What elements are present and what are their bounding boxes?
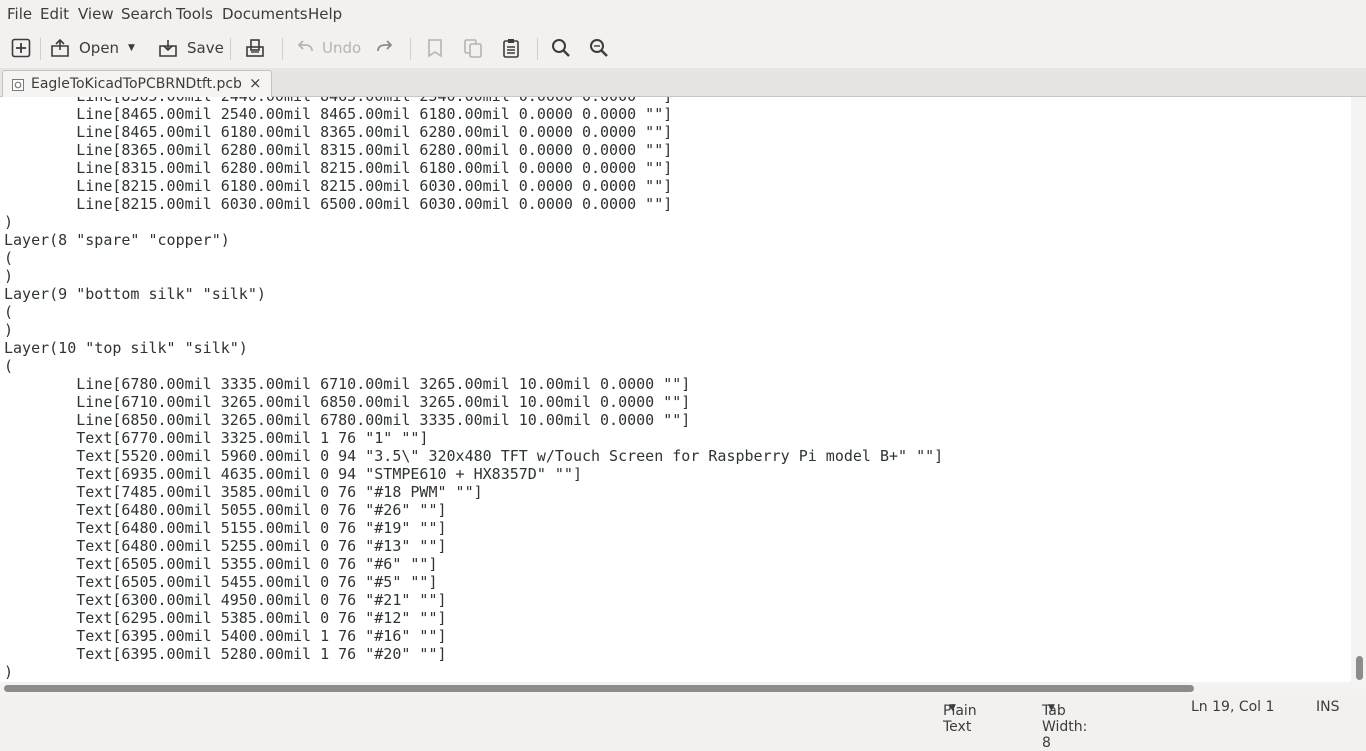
- code-line: Line[8465.00mil 2540.00mil 8465.00mil 61…: [4, 105, 673, 123]
- toolbar: Open ▼ Save Undo: [0, 28, 1366, 68]
- search-icon: [552, 39, 570, 57]
- cut-icon: [428, 39, 442, 58]
- open-label: Open: [79, 39, 120, 57]
- code-line: Text[6770.00mil 3325.00mil 1 76 "1" ""]: [4, 429, 429, 447]
- paste-button[interactable]: [500, 28, 522, 68]
- code-line: Text[6480.00mil 5155.00mil 0 76 "#19" ""…: [4, 519, 447, 537]
- menu-view[interactable]: View: [78, 5, 114, 23]
- redo-icon: [377, 40, 393, 52]
- menu-documents[interactable]: Documents: [222, 5, 308, 23]
- code-line: Line[8315.00mil 6280.00mil 8215.00mil 61…: [4, 159, 673, 177]
- menu-tools[interactable]: Tools: [176, 5, 213, 23]
- code-line: (: [4, 357, 14, 375]
- code-line: Text[6395.00mil 5400.00mil 1 76 "#16" ""…: [4, 627, 447, 645]
- code-line: Text[6935.00mil 4635.00mil 0 94 "STMPE61…: [4, 465, 582, 483]
- code-line: Text[6295.00mil 5385.00mil 0 76 "#12" ""…: [4, 609, 447, 627]
- cursor-position: Ln 19, Col 1: [1191, 699, 1275, 715]
- code-line: Text[6505.00mil 5455.00mil 0 76 "#5" ""]: [4, 573, 438, 591]
- code-line: ): [4, 321, 14, 339]
- code-line: Line[8215.00mil 6180.00mil 8215.00mil 60…: [4, 177, 673, 195]
- new-document-icon: [11, 38, 31, 58]
- code-line: ): [4, 663, 14, 681]
- code-line: Layer(10 "top silk" "silk"): [4, 339, 248, 357]
- code-line: ): [4, 267, 14, 285]
- menu-help[interactable]: Help: [308, 5, 342, 23]
- code-line: Text[6300.00mil 4950.00mil 0 76 "#21" ""…: [4, 591, 447, 609]
- open-button[interactable]: Open: [49, 28, 119, 68]
- code-line: Layer(8 "spare" "copper"): [4, 231, 230, 249]
- toolbar-separator: [410, 38, 411, 60]
- document-tab-title: EagleToKicadToPCBRNDtft.pcb: [31, 76, 242, 92]
- save-button[interactable]: Save: [157, 28, 224, 68]
- vertical-scrollbar[interactable]: [1351, 97, 1366, 682]
- code-line: Text[5520.00mil 5960.00mil 0 94 "3.5\" 3…: [4, 447, 944, 465]
- toolbar-separator: [230, 38, 231, 60]
- code-line: Line[6780.00mil 3335.00mil 6710.00mil 32…: [4, 375, 691, 393]
- copy-button[interactable]: [462, 28, 484, 68]
- chevron-down-icon: ▼: [949, 703, 956, 713]
- editor-text: Line[8365.00mil 2440.00mil 8465.00mil 25…: [4, 97, 943, 681]
- toolbar-separator: [40, 38, 41, 60]
- menu-edit[interactable]: Edit: [40, 5, 69, 23]
- document-tab-bar: EagleToKicadToPCBRNDtft.pcb ×: [0, 68, 1366, 97]
- undo-icon: [297, 40, 313, 52]
- copy-icon: [464, 39, 482, 58]
- code-line: (: [4, 249, 14, 267]
- menu-bar: File Edit View Search Tools Documents He…: [0, 0, 1366, 28]
- code-line: Text[6505.00mil 5355.00mil 0 76 "#6" ""]: [4, 555, 438, 573]
- code-line: Text[6395.00mil 5280.00mil 1 76 "#20" ""…: [4, 645, 447, 663]
- vertical-scrollbar-thumb[interactable]: [1356, 656, 1363, 680]
- open-recent-dropdown[interactable]: ▼: [128, 28, 135, 68]
- chevron-down-icon: ▼: [1048, 703, 1055, 713]
- toolbar-separator: [537, 38, 538, 60]
- print-icon: [246, 39, 264, 57]
- find-replace-button[interactable]: [588, 28, 610, 68]
- code-line: Layer(9 "bottom silk" "silk"): [4, 285, 266, 303]
- close-icon[interactable]: ×: [249, 74, 262, 92]
- undo-label: Undo: [322, 39, 362, 57]
- horizontal-scrollbar[interactable]: [0, 682, 1366, 695]
- code-line: Line[8365.00mil 6280.00mil 8315.00mil 62…: [4, 141, 673, 159]
- insert-mode: INS: [1316, 699, 1340, 715]
- find-replace-icon: [590, 39, 608, 57]
- find-button[interactable]: [550, 28, 572, 68]
- chevron-down-icon: ▼: [128, 43, 135, 53]
- horizontal-scrollbar-thumb[interactable]: [4, 685, 1194, 692]
- toolbar-separator: [282, 38, 283, 60]
- document-icon: [11, 77, 25, 96]
- save-icon: [159, 40, 177, 57]
- code-line: (: [4, 303, 14, 321]
- code-line: Text[7485.00mil 3585.00mil 0 76 "#18 PWM…: [4, 483, 483, 501]
- code-line: Text[6480.00mil 5255.00mil 0 76 "#13" ""…: [4, 537, 447, 555]
- status-bar: Plain Text ▼ Tab Width: 8 ▼ Ln 19, Col 1 I…: [0, 695, 1366, 751]
- code-line: Line[6850.00mil 3265.00mil 6780.00mil 33…: [4, 411, 691, 429]
- code-line: Line[8465.00mil 6180.00mil 8365.00mil 62…: [4, 123, 673, 141]
- code-line: Line[8365.00mil 2440.00mil 8465.00mil 25…: [4, 97, 943, 105]
- paste-icon: [503, 39, 519, 58]
- code-line: Text[6480.00mil 5055.00mil 0 76 "#26" ""…: [4, 501, 447, 519]
- redo-button[interactable]: [374, 28, 394, 68]
- document-tab[interactable]: EagleToKicadToPCBRNDtft.pcb ×: [2, 70, 272, 97]
- save-label: Save: [187, 39, 224, 57]
- text-editor[interactable]: Line[8365.00mil 2440.00mil 8465.00mil 25…: [0, 97, 1351, 682]
- cut-button[interactable]: [424, 28, 446, 68]
- print-button[interactable]: [244, 28, 266, 68]
- undo-button[interactable]: Undo: [296, 28, 361, 68]
- open-icon: [51, 38, 69, 57]
- new-document-button[interactable]: [10, 28, 32, 68]
- code-line: ): [4, 213, 14, 231]
- code-line: Line[6710.00mil 3265.00mil 6850.00mil 32…: [4, 393, 691, 411]
- code-line: Line[8215.00mil 6030.00mil 6500.00mil 60…: [4, 195, 673, 213]
- menu-search[interactable]: Search: [121, 5, 173, 23]
- menu-file[interactable]: File: [7, 5, 32, 23]
